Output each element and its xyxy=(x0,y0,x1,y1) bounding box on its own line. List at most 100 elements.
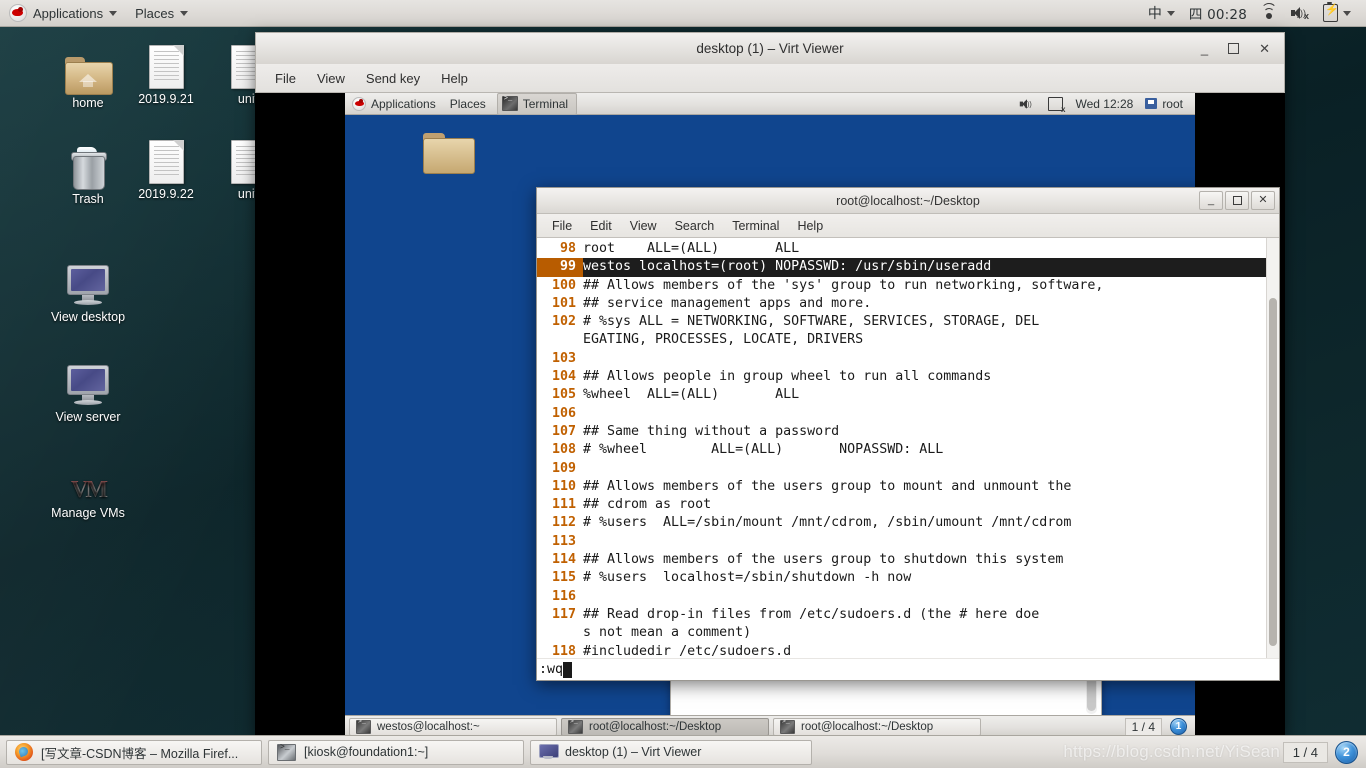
vm-display-area[interactable]: Applications Places Terminal ))) xyxy=(255,93,1285,737)
close-button[interactable]: ✕ xyxy=(1251,191,1275,210)
menu-edit[interactable]: Edit xyxy=(582,217,620,235)
clock-label: 四 00:28 xyxy=(1188,7,1247,23)
clock[interactable]: 四 00:28 xyxy=(1182,0,1254,26)
vm-places-label: Places xyxy=(449,96,486,111)
terminal-line: 114 ## Allows members of the users group … xyxy=(537,551,1267,569)
terminal-line-number: 99 xyxy=(537,258,583,277)
vm-notification-badge[interactable]: 1 xyxy=(1170,718,1187,735)
vm-network-indicator[interactable] xyxy=(1042,93,1069,115)
wifi-indicator[interactable] xyxy=(1254,0,1284,26)
vm-window-list-terminal[interactable]: Terminal xyxy=(496,93,578,115)
places-menu[interactable]: Places xyxy=(126,0,197,26)
text-cursor xyxy=(563,661,573,678)
vm-system-tray: ))) Wed 12:28 root xyxy=(1012,93,1195,115)
network-disconnected-icon xyxy=(1048,96,1065,114)
menu-file[interactable]: File xyxy=(266,68,305,89)
input-method-label: 中 xyxy=(1147,6,1162,22)
vm-taskbar-right: 1 / 4 1 xyxy=(1124,717,1191,736)
desktop-icon-manage-vms[interactable]: VM Manage VMs xyxy=(40,451,136,521)
desktop-icon-view-desktop[interactable]: View desktop xyxy=(40,255,136,324)
menu-file[interactable]: File xyxy=(544,217,580,235)
virt-viewer-window-controls: _ ✕ xyxy=(1201,42,1284,55)
host-top-panel: Applications Places 中 四 00:28 ))) x xyxy=(0,0,1366,27)
terminal-line-text: # %sys ALL = NETWORKING, SOFTWARE, SERVI… xyxy=(583,314,1040,348)
terminal-line: 98 root ALL=(ALL) ALL xyxy=(537,240,1267,258)
vm-volume-indicator[interactable]: ))) xyxy=(1012,93,1042,115)
terminal-scrollbar[interactable] xyxy=(1266,238,1279,658)
close-button[interactable]: ✕ xyxy=(1259,42,1270,55)
vm-taskbar-item-root-2[interactable]: root@localhost:~/Desktop xyxy=(773,717,981,736)
chevron-down-icon xyxy=(1343,10,1351,16)
terminal-icon xyxy=(780,719,795,734)
terminal-icon xyxy=(356,719,371,734)
battery-indicator[interactable] xyxy=(1316,0,1358,26)
terminal-line: 105 %wheel ALL=(ALL) ALL xyxy=(537,386,1267,404)
vm-clock[interactable]: Wed 12:28 xyxy=(1069,93,1139,115)
host-taskbar-item-virt-viewer[interactable]: desktop (1) – Virt Viewer xyxy=(530,739,812,765)
terminal-text-lines: 98 root ALL=(ALL) ALL 99 westos localhost=(… xyxy=(537,240,1267,658)
terminal-line-number: 117 xyxy=(551,606,576,622)
terminal-line-text: # %users ALL=/sbin/mount /mnt/cdrom, /sb… xyxy=(583,515,1072,531)
terminal-line: 101 ## service management apps and more. xyxy=(537,295,1267,313)
host-taskbar: [写文章-CSDN博客 – Mozilla Firef... [kiosk@fo… xyxy=(0,735,1366,768)
vm-active-app-label: Terminal xyxy=(522,96,569,111)
minimize-button[interactable]: _ xyxy=(1199,191,1223,210)
host-taskbar-item-firefox[interactable]: [写文章-CSDN博客 – Mozilla Firef... xyxy=(6,739,262,765)
vmm-icon: VM xyxy=(40,451,136,503)
host-taskbar-item-kiosk-terminal[interactable]: [kiosk@foundation1:~] xyxy=(268,739,524,765)
terminal-line-number: 100 xyxy=(551,277,576,293)
firefox-icon xyxy=(15,743,33,761)
terminal-window[interactable]: root@localhost:~/Desktop _ ✕ File Edit V… xyxy=(536,187,1280,681)
terminal-line-number: 101 xyxy=(551,295,576,311)
speaker-icon: ))) xyxy=(1020,98,1034,109)
host-workspace-indicator[interactable]: 1 / 4 xyxy=(1282,741,1328,763)
terminal-line-number: 98 xyxy=(559,241,576,256)
menu-view[interactable]: View xyxy=(308,68,354,89)
virt-viewer-window[interactable]: desktop (1) – Virt Viewer _ ✕ File View … xyxy=(255,32,1285,737)
terminal-line-text xyxy=(583,460,1267,478)
terminal-line-number: 118 xyxy=(551,643,576,658)
terminal-line-text: %wheel ALL=(ALL) ALL xyxy=(583,387,800,403)
chevron-down-icon xyxy=(1166,10,1175,16)
menu-search[interactable]: Search xyxy=(667,217,723,235)
vm-applications-menu[interactable]: Applications xyxy=(345,93,443,115)
terminal-titlebar[interactable]: root@localhost:~/Desktop _ ✕ xyxy=(537,188,1279,214)
desktop-icon-area: home 2019.9.21 unit Trash 2019.9.22 unit… xyxy=(0,27,266,727)
maximize-button[interactable] xyxy=(1225,191,1249,210)
terminal-line-number: 110 xyxy=(551,478,576,494)
terminal-line-text xyxy=(583,405,1267,423)
wifi-icon xyxy=(1261,2,1277,20)
minimize-button[interactable]: _ xyxy=(1201,42,1208,55)
terminal-line: 99 westos localhost=(root) NOPASSWD: /usr… xyxy=(537,258,1267,277)
places-menu-label: Places xyxy=(135,5,175,21)
terminal-line-text: ## service management apps and more. xyxy=(583,295,872,311)
terminal-line-number: 102 xyxy=(551,314,576,330)
vm-workspace-indicator[interactable]: 1 / 4 xyxy=(1124,717,1162,736)
vm-taskbar-item-root-1[interactable]: root@localhost:~/Desktop xyxy=(561,717,769,736)
maximize-button[interactable] xyxy=(1228,43,1240,54)
monitor-icon xyxy=(40,255,136,307)
vm-taskbar-item-westos[interactable]: westos@localhost:~ xyxy=(349,717,557,736)
vm-places-menu[interactable]: Places xyxy=(443,93,493,115)
menu-help[interactable]: Help xyxy=(789,217,831,235)
terminal-line-number: 109 xyxy=(551,460,576,476)
volume-indicator[interactable]: ))) x xyxy=(1284,0,1316,26)
terminal-line: 107 ## Same thing without a password xyxy=(537,423,1267,441)
desktop-icon-view-server[interactable]: View server xyxy=(40,355,136,424)
terminal-line: 112 # %users ALL=/sbin/mount /mnt/cdrom, … xyxy=(537,514,1267,532)
menu-terminal[interactable]: Terminal xyxy=(724,217,787,235)
menu-help[interactable]: Help xyxy=(432,68,477,89)
terminal-line: 104 ## Allows people in group wheel to ru… xyxy=(537,368,1267,386)
menu-send-key[interactable]: Send key xyxy=(357,68,429,89)
terminal-line: 113 xyxy=(537,533,1267,551)
vm-user-menu[interactable]: root xyxy=(1139,93,1189,115)
terminal-line-text: ## Allows members of the users group to … xyxy=(583,478,1072,494)
virt-viewer-titlebar[interactable]: desktop (1) – Virt Viewer _ ✕ xyxy=(255,32,1285,64)
applications-menu[interactable]: Applications xyxy=(0,0,126,26)
input-method-indicator[interactable]: 中 xyxy=(1141,0,1182,26)
menu-view[interactable]: View xyxy=(622,217,665,235)
host-notification-badge[interactable]: 2 xyxy=(1335,740,1358,764)
terminal-body[interactable]: 98 root ALL=(ALL) ALL 99 westos localhost=(… xyxy=(537,238,1279,658)
user-icon xyxy=(1145,98,1158,109)
vm-desktop-folder-icon[interactable] xyxy=(423,133,475,174)
